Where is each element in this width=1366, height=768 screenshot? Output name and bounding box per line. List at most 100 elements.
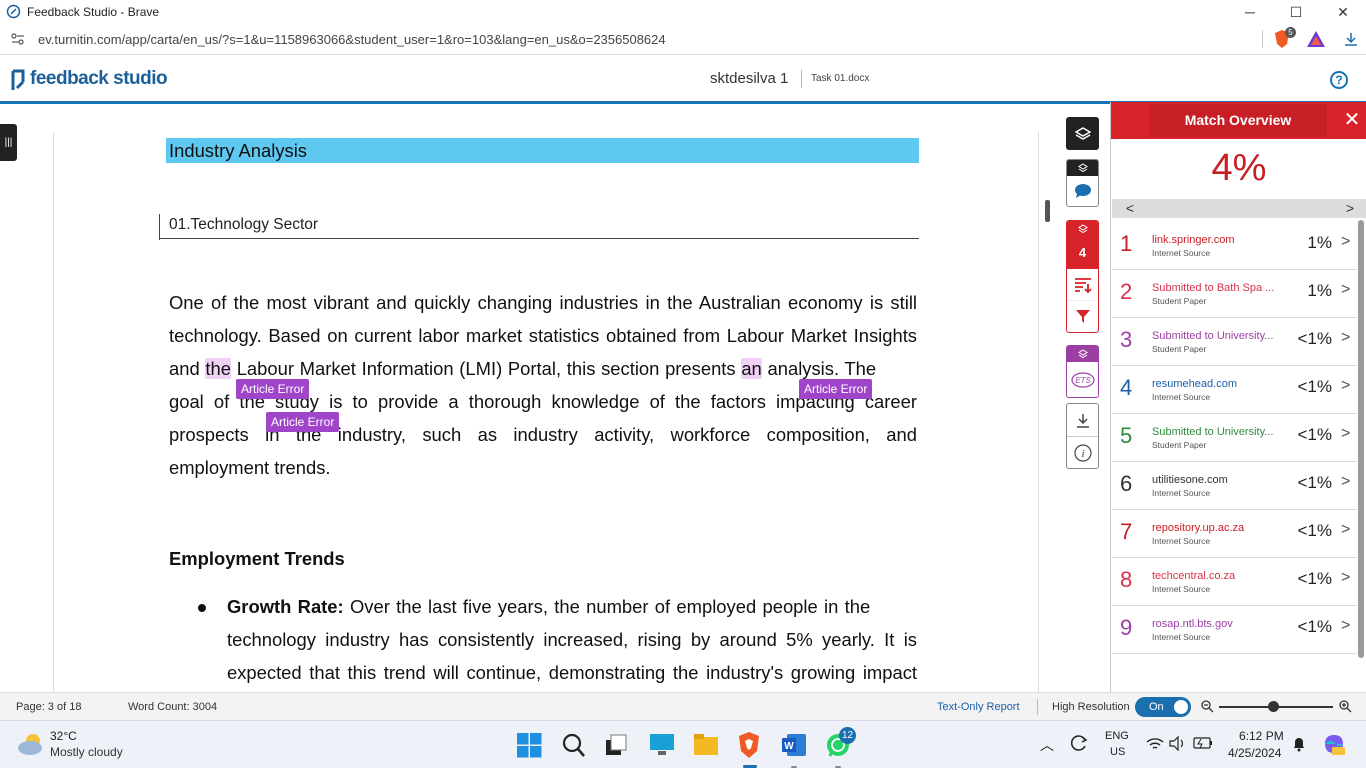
- match-source-row[interactable]: 8 techcentral.co.za Internet Source <1% >: [1112, 558, 1357, 606]
- ets-layer-group: ETS: [1066, 345, 1099, 398]
- match-source-type: Internet Source: [1152, 488, 1211, 498]
- match-source-row[interactable]: 2 Submitted to Bath Spa ... Student Paper 1…: [1112, 270, 1357, 318]
- match-source-row[interactable]: 7 repository.up.ac.za Internet Source <1% >: [1112, 510, 1357, 558]
- word-icon[interactable]: W: [781, 733, 807, 757]
- document-viewer[interactable]: ||| Industry Analysis 01.Technology Sect…: [0, 107, 1050, 692]
- match-source-name: Submitted to Bath Spa ...: [1152, 282, 1275, 294]
- info-button[interactable]: i: [1067, 437, 1098, 469]
- windows-start-icon[interactable]: [517, 733, 542, 758]
- chevron-right-icon[interactable]: >: [1341, 329, 1350, 347]
- clock-date[interactable]: 4/25/2024: [1228, 746, 1281, 760]
- svg-text:i: i: [1081, 448, 1084, 460]
- wifi-icon[interactable]: [1146, 737, 1164, 751]
- search-icon[interactable]: [562, 733, 586, 758]
- match-source-row[interactable]: 3 Submitted to University... Student Paper…: [1112, 318, 1357, 366]
- file-explorer-icon[interactable]: [693, 733, 719, 757]
- section-title: 01.Technology Sector: [169, 216, 319, 233]
- logo: feedback studio: [30, 68, 168, 89]
- high-resolution-toggle[interactable]: On: [1135, 697, 1191, 717]
- highlighted-text[interactable]: an: [741, 358, 762, 379]
- match-source-type: Student Paper: [1152, 296, 1207, 306]
- match-source-row[interactable]: 6 utilitiesone.com Internet Source <1% >: [1112, 462, 1357, 510]
- url-input[interactable]: ev.turnitin.com/app/carta/en_us/?s=1&u=1…: [38, 32, 666, 47]
- address-bar: ev.turnitin.com/app/carta/en_us/?s=1&u=1…: [0, 24, 1366, 55]
- side-panel-toggle[interactable]: |||: [0, 124, 17, 161]
- help-icon[interactable]: ?: [1330, 71, 1348, 89]
- match-source-row[interactable]: 9 rosap.ntl.bts.gov Internet Source <1% >: [1112, 606, 1357, 654]
- text-only-report-link[interactable]: Text-Only Report: [937, 701, 1020, 713]
- comments-button[interactable]: [1067, 176, 1098, 206]
- panel-title: Match Overview: [1149, 104, 1327, 137]
- subheading: Employment Trends: [169, 548, 345, 569]
- chevron-left-icon[interactable]: <: [1120, 199, 1140, 218]
- battery-icon[interactable]: [1193, 736, 1213, 750]
- match-count-button[interactable]: 4: [1067, 221, 1098, 269]
- volume-icon[interactable]: [1169, 736, 1185, 751]
- highlighted-text[interactable]: the: [205, 358, 231, 379]
- filter-button[interactable]: [1067, 301, 1098, 332]
- match-source-row[interactable]: 1 link.springer.com Internet Source 1% >: [1112, 222, 1357, 270]
- zoom-slider-handle[interactable]: [1268, 701, 1279, 712]
- brave-browser-icon[interactable]: [737, 731, 761, 759]
- windows-taskbar: 32°C Mostly cloudy W 12 ︿ ENG US 6:12 PM…: [0, 720, 1366, 768]
- brave-rewards-icon[interactable]: [1306, 30, 1326, 48]
- download-icon[interactable]: [1343, 32, 1359, 47]
- status-bar: Page: 3 of 18 Word Count: 3004 Text-Only…: [0, 692, 1366, 720]
- zoom-out-icon[interactable]: [1201, 700, 1214, 713]
- chevron-right-icon[interactable]: >: [1341, 569, 1350, 587]
- high-resolution-label: High Resolution: [1052, 701, 1130, 713]
- article-error-tag[interactable]: Article Error: [266, 412, 340, 432]
- close-panel-icon[interactable]: ✕: [1337, 102, 1366, 139]
- chevron-right-icon[interactable]: >: [1341, 233, 1350, 251]
- chevron-right-icon[interactable]: >: [1341, 521, 1350, 539]
- article-error-tag[interactable]: Article Error: [799, 379, 873, 399]
- notification-bell-icon[interactable]: [1292, 736, 1306, 752]
- region-code[interactable]: US: [1110, 746, 1125, 758]
- minimize-button[interactable]: ─: [1227, 0, 1273, 24]
- desktop-app-icon[interactable]: [649, 733, 675, 757]
- chevron-right-icon[interactable]: >: [1341, 425, 1350, 443]
- divider: [1262, 30, 1263, 48]
- site-settings-icon[interactable]: [11, 33, 25, 45]
- feedback-studio-logo-icon: [11, 69, 25, 90]
- language-code[interactable]: ENG: [1105, 730, 1129, 742]
- ets-button[interactable]: ETS: [1067, 362, 1098, 397]
- clock-time[interactable]: 6:12 PM: [1239, 729, 1284, 743]
- panel-scrollbar[interactable]: [1358, 220, 1364, 658]
- sync-icon[interactable]: [1069, 733, 1089, 753]
- weather-cloud-icon[interactable]: [16, 731, 46, 757]
- close-button[interactable]: ✕: [1320, 0, 1366, 24]
- match-source-row[interactable]: 5 Submitted to University... Student Paper…: [1112, 414, 1357, 462]
- page-edge-right: [1038, 132, 1039, 692]
- maximize-button[interactable]: ☐: [1273, 0, 1319, 24]
- document-scrollbar[interactable]: [1045, 200, 1050, 222]
- download-button[interactable]: [1067, 404, 1098, 437]
- copilot-icon[interactable]: [1322, 732, 1346, 756]
- article-error-tag[interactable]: Article Error: [236, 379, 310, 399]
- all-sources-button[interactable]: [1067, 269, 1098, 301]
- chevron-right-icon[interactable]: >: [1340, 199, 1360, 218]
- chevron-right-icon[interactable]: >: [1341, 473, 1350, 491]
- zoom-in-icon[interactable]: [1339, 700, 1352, 713]
- match-percentage: <1%: [1297, 617, 1333, 636]
- divider: [801, 70, 802, 88]
- chevron-right-icon[interactable]: >: [1341, 281, 1350, 299]
- match-percentage: <1%: [1297, 521, 1333, 540]
- text-segment: Over the last five years, the number of …: [343, 596, 871, 617]
- match-source-type: Internet Source: [1152, 536, 1211, 546]
- layer-header: [1067, 160, 1098, 176]
- match-source-name: utilitiesone.com: [1152, 474, 1228, 486]
- filter-icon: [1075, 310, 1090, 323]
- match-source-name: techcentral.co.za: [1152, 570, 1236, 582]
- match-source-row[interactable]: 4 resumehead.com Internet Source <1% >: [1112, 366, 1357, 414]
- match-percentage: <1%: [1297, 425, 1333, 444]
- info-icon: i: [1073, 444, 1092, 462]
- layers-button[interactable]: [1066, 117, 1099, 150]
- match-number: 8: [1120, 567, 1133, 592]
- match-number: 3: [1120, 327, 1133, 352]
- chevron-right-icon[interactable]: >: [1341, 617, 1350, 635]
- chevron-up-icon[interactable]: ︿: [1040, 735, 1054, 755]
- task-view-icon[interactable]: [605, 734, 627, 756]
- chevron-right-icon[interactable]: >: [1341, 377, 1350, 395]
- comment-icon: [1074, 184, 1091, 198]
